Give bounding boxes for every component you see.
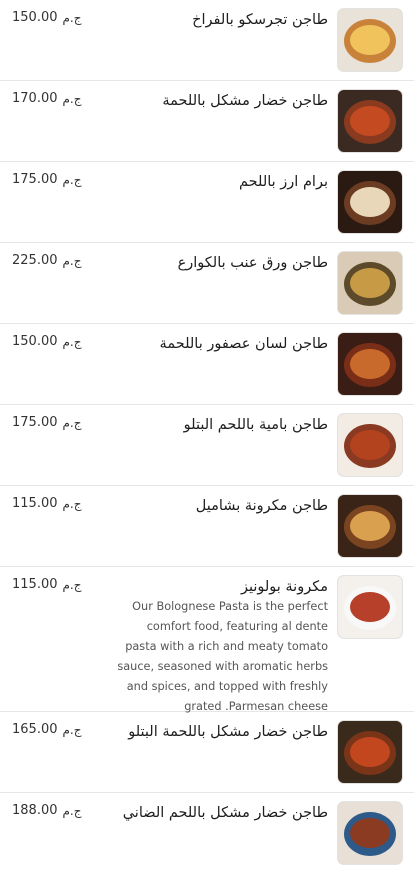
item-image[interactable] (338, 802, 402, 864)
menu-item[interactable]: 175.00 ج.م طاجن بامية باللحم البتلو (0, 405, 414, 486)
item-name: طاجن لسان عصفور باللحمة (159, 336, 328, 352)
item-price: 225.00 ج.م (12, 253, 82, 268)
item-price: 115.00 ج.م (12, 577, 82, 592)
item-price: 170.00 ج.م (12, 91, 82, 106)
item-image[interactable] (338, 576, 402, 638)
menu-item[interactable]: 225.00 ج.م طاجن ورق عنب بالكوارع (0, 243, 414, 324)
item-image[interactable] (338, 171, 402, 233)
menu-item[interactable]: 165.00 ج.م طاجن خضار مشكل باللحمة البتلو (0, 712, 414, 793)
item-name: طاجن خضار مشكل باللحم الضاني (122, 805, 328, 821)
item-name: طاجن خضار مشكل باللحمة البتلو (128, 724, 328, 740)
item-image[interactable] (338, 90, 402, 152)
item-image[interactable] (338, 9, 402, 71)
item-image[interactable] (338, 495, 402, 557)
item-name: مكرونة بولونيز (240, 579, 328, 595)
item-image[interactable] (338, 252, 402, 314)
item-name: طاجن خضار مشكل باللحمة (162, 93, 328, 109)
item-price: 115.00 ج.م (12, 496, 82, 511)
item-price: 175.00 ج.م (12, 172, 82, 187)
menu-item-list: 150.00 ج.م طاجن تجرسكو بالفراخ 170.00 ج.م … (0, 0, 414, 869)
item-price: 175.00 ج.م (12, 415, 82, 430)
item-name: طاجن مكرونة بشاميل (195, 498, 328, 514)
menu-item[interactable]: 170.00 ج.م طاجن خضار مشكل باللحمة (0, 81, 414, 162)
item-price: 150.00 ج.م (12, 334, 82, 349)
item-image[interactable] (338, 721, 402, 783)
item-price: 165.00 ج.م (12, 722, 82, 737)
item-image[interactable] (338, 414, 402, 476)
menu-item[interactable]: 150.00 ج.م طاجن تجرسكو بالفراخ (0, 0, 414, 81)
menu-item[interactable]: 175.00 ج.م برام ارز باللحم (0, 162, 414, 243)
item-description: Our Bolognese Pasta is the perfect comfo… (117, 600, 328, 713)
menu-item[interactable]: 188.00 ج.م طاجن خضار مشكل باللحم الضاني (0, 793, 414, 869)
item-name: طاجن تجرسكو بالفراخ (192, 12, 328, 28)
item-name: طاجن ورق عنب بالكوارع (177, 255, 328, 271)
item-name: برام ارز باللحم (239, 174, 328, 190)
menu-item[interactable]: 115.00 ج.م مكرونة بولونيز Our Bolognese P… (0, 567, 414, 713)
item-image[interactable] (338, 333, 402, 395)
menu-item[interactable]: 150.00 ج.م طاجن لسان عصفور باللحمة (0, 324, 414, 405)
item-price: 188.00 ج.م (12, 803, 82, 818)
item-price: 150.00 ج.م (12, 10, 82, 25)
menu-item[interactable]: 115.00 ج.م طاجن مكرونة بشاميل (0, 486, 414, 567)
item-name: طاجن بامية باللحم البتلو (183, 417, 328, 433)
